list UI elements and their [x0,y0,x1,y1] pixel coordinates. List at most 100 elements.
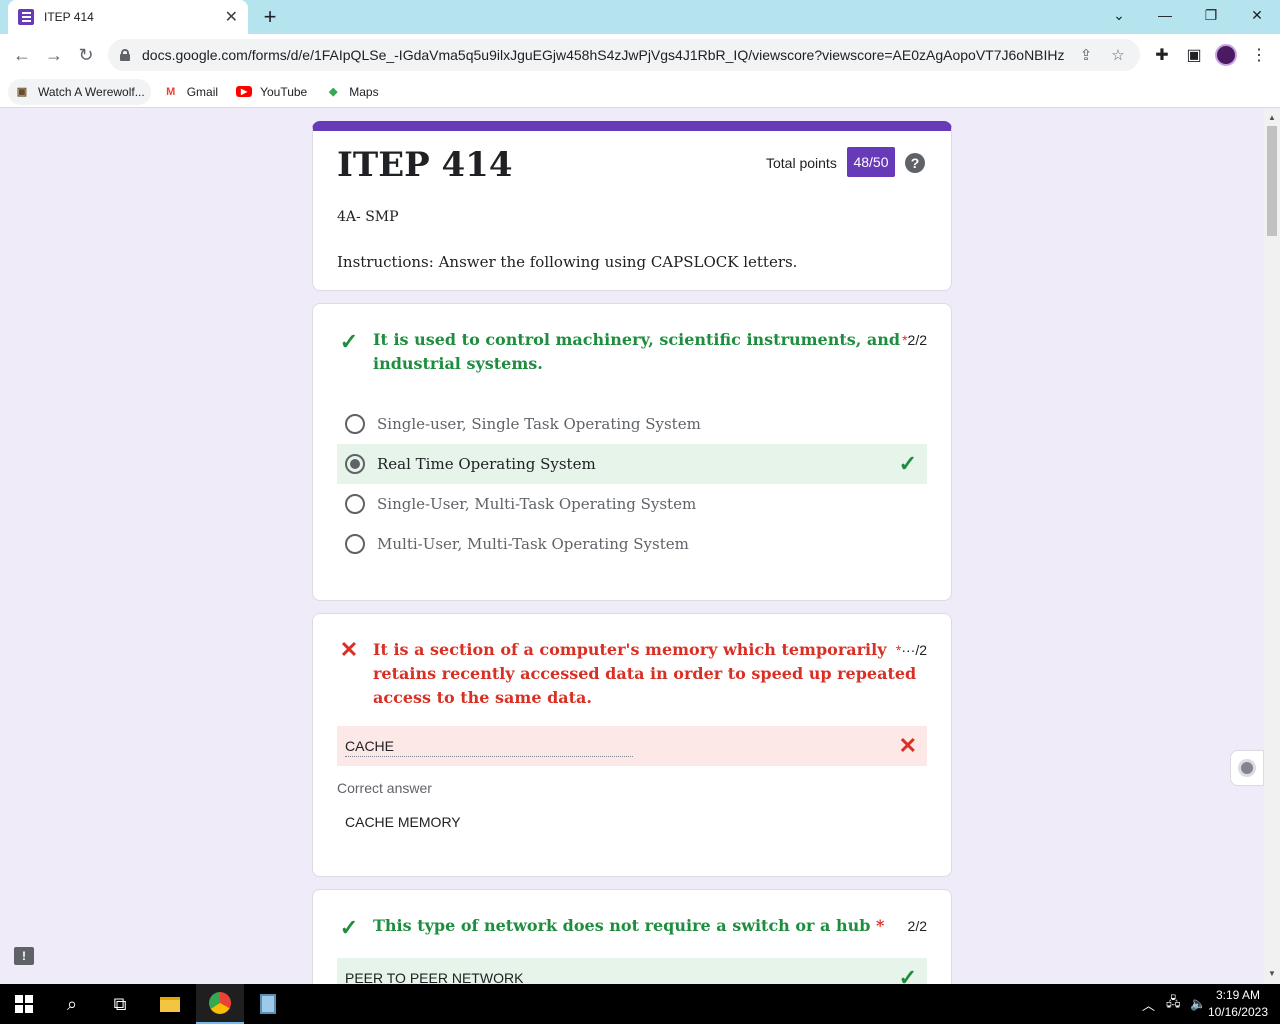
clock-date: 10/16/2023 [1207,1005,1268,1019]
help-icon[interactable]: ? [905,153,925,173]
gmail-icon: M [166,85,176,98]
feedback-icon[interactable]: ! [14,947,34,965]
minimize-button[interactable]: — [1142,0,1188,30]
points-value: ···/2 [901,642,927,658]
system-clock[interactable]: 3:19 AM 10/16/2023 [1208,987,1268,1021]
option-label: Single-User, Multi-Task Operating System [377,495,697,513]
option-1[interactable]: Single-user, Single Task Operating Syste… [337,404,927,444]
total-points-label: Total points [766,155,837,171]
incorrect-x-icon: ✕ [339,637,359,662]
bookmark-label: Watch A Werewolf... [38,84,145,99]
scroll-up-arrow-icon[interactable]: ▲ [1268,113,1276,122]
radio-button[interactable] [345,414,365,434]
close-tab-icon[interactable]: ✕ [225,7,238,27]
clock-time: 3:19 AM [1215,988,1260,1002]
answer-value: CACHE [345,738,395,754]
answer-value: PEER TO PEER NETWORK [345,970,524,984]
form-page: ITEP 414 Total points 48/50 ? 4A- SMP In… [0,109,1264,984]
question-line: retains recently accessed data in order … [373,664,917,683]
bookmark-maps[interactable]: ◆ Maps [319,79,384,105]
required-mark: * [876,916,885,935]
answer-field: CACHE ✕ [337,726,927,766]
correct-check-icon: ✓ [898,965,917,984]
url-text[interactable]: docs.google.com/forms/d/e/1FAIpQLSe_-IGd… [142,47,1064,63]
task-view-icon[interactable]: ⧉ [96,984,144,1024]
radio-button-selected[interactable] [345,454,365,474]
scroll-down-arrow-icon[interactable]: ▼ [1268,969,1276,978]
close-window-button[interactable]: ✕ [1234,0,1280,30]
question-card-3: ✓ This type of network does not require … [312,889,952,984]
tab-strip: ITEP 414 ✕ + ⌄ — ❐ ✕ [0,0,1280,34]
question-points: 2/2 [907,918,927,934]
answer-field: PEER TO PEER NETWORK ✓ [337,958,927,984]
question-text: It is used to control machinery, scienti… [373,328,900,376]
bookmark-gmail[interactable]: M Gmail [157,79,224,105]
form-header-card: ITEP 414 Total points 48/50 ? 4A- SMP In… [312,121,952,291]
browser-toolbar: ← → ↻ docs.google.com/forms/d/e/1FAIpQLS… [0,34,1280,76]
correct-answer-value: CACHE MEMORY [345,814,461,830]
tab-title: ITEP 414 [44,10,94,24]
correct-answer-label: Correct answer [337,780,432,796]
tab-itep-414[interactable]: ITEP 414 ✕ [8,0,248,34]
question-line: It is a section of a computer's memory w… [373,640,887,659]
radio-button[interactable] [345,494,365,514]
side-panel-icon[interactable]: ▣ [1183,44,1205,66]
page-scrollbar[interactable]: ▲ ▼ [1264,109,1280,984]
windows-start-icon[interactable] [0,984,48,1024]
restore-button[interactable]: ❐ [1188,0,1234,30]
windows-taskbar: ⌕ ⧉ ︿ 🖧 🔈 3:19 AM 10/16/2023 [0,984,1280,1024]
option-label: Single-user, Single Task Operating Syste… [377,415,701,433]
score-badge: 48/50 [847,147,895,177]
chrome-icon[interactable] [196,984,244,1024]
bookmarks-bar: ▣ Watch A Werewolf... M Gmail ▶ YouTube … [0,76,1280,108]
bookmark-label: Maps [349,84,379,99]
incorrect-x-icon: ✕ [898,733,917,758]
address-bar[interactable]: docs.google.com/forms/d/e/1FAIpQLSe_-IGd… [108,39,1140,71]
back-icon[interactable]: ← [10,43,34,67]
bookmark-star-icon[interactable]: ☆ [1108,46,1128,64]
points-value: 2/2 [907,332,927,348]
share-icon[interactable]: ⇪ [1076,46,1096,64]
radio-button[interactable] [345,534,365,554]
option-3[interactable]: Single-User, Multi-Task Operating System [337,484,927,524]
youtube-icon: ▶ [236,86,253,97]
network-icon[interactable]: 🖧 [1166,984,1181,1024]
tv-icon: ▣ [16,86,28,98]
question-line: industrial systems. [373,354,543,373]
question-card-2: ✕ It is a section of a computer's memory… [312,613,952,877]
form-subtitle: 4A- SMP [337,209,399,225]
circle-icon [1238,759,1256,777]
scroll-thumb[interactable] [1267,126,1277,236]
question-text: This type of network does not require a … [373,914,884,938]
correct-check-icon: ✓ [339,915,359,940]
question-points: *···/2 [896,642,927,658]
bookmark-werewolf[interactable]: ▣ Watch A Werewolf... [8,78,151,105]
calculator-icon[interactable] [244,984,292,1024]
extensions-icon[interactable]: ✚ [1151,44,1173,66]
option-2-selected[interactable]: Real Time Operating System ✓ [337,444,927,484]
form-title: ITEP 414 [337,145,513,185]
answer-underline [345,756,633,757]
forward-icon[interactable]: → [42,43,66,67]
option-4[interactable]: Multi-User, Multi-Task Operating System [337,524,927,564]
more-menu-icon[interactable]: ⋮ [1248,44,1270,66]
floating-side-button[interactable] [1230,750,1264,786]
reload-icon[interactable]: ↻ [74,43,98,67]
bookmark-label: YouTube [260,84,308,99]
option-label: Multi-User, Multi-Task Operating System [377,535,689,553]
question-card-1: ✓ It is used to control machinery, scien… [312,303,952,601]
tray-chevron-icon[interactable]: ︿ [1142,984,1155,1024]
question-text: It is a section of a computer's memory w… [373,638,916,710]
question-line: access to the same data. [373,688,592,707]
new-tab-button[interactable]: + [258,4,282,30]
form-instructions: Instructions: Answer the following using… [337,253,798,271]
tab-search-icon[interactable]: ⌄ [1096,0,1142,30]
question-line: This type of network does not require a … [373,916,871,935]
bookmark-youtube[interactable]: ▶ YouTube [230,79,313,105]
search-icon[interactable]: ⌕ [48,984,96,1024]
file-explorer-icon[interactable] [146,984,194,1024]
profile-avatar[interactable] [1215,44,1237,66]
maps-icon: ◆ [328,86,338,98]
question-points: *2/2 [902,332,927,348]
volume-icon[interactable]: 🔈 [1190,984,1206,1024]
